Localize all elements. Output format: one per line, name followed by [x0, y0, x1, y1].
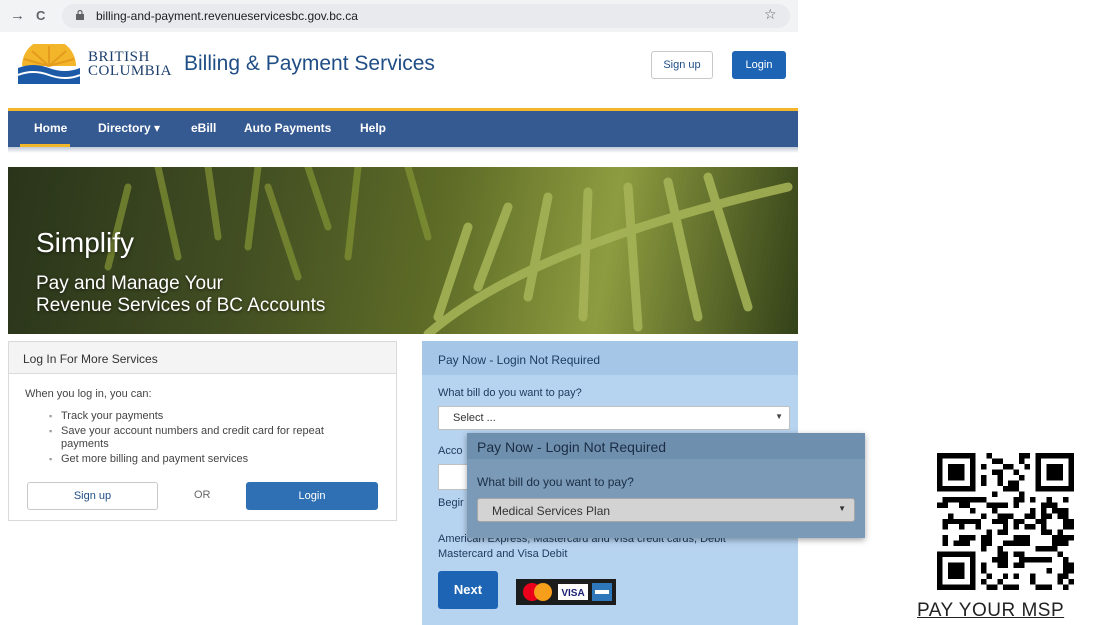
hero-subline-2: Revenue Services of BC Accounts [36, 295, 326, 316]
lock-icon [76, 10, 84, 20]
chevron-down-icon: ▼ [775, 412, 783, 421]
logo-line-columbia: COLUMBIA [88, 63, 173, 79]
hero-banner: Simplify Pay and Manage Your Revenue Ser… [8, 167, 798, 334]
or-separator: OR [194, 489, 211, 501]
reload-icon[interactable]: C [36, 8, 45, 23]
bill-select-zoom-overlay: Pay Now - Login Not Required What bill d… [467, 433, 865, 538]
list-item: Get more billing and payment services [49, 453, 349, 466]
amex-icon [592, 583, 612, 601]
url-text: billing-and-payment.revenueservicesbc.go… [96, 9, 358, 23]
site-header: BRITISH COLUMBIA Billing & Payment Servi… [8, 34, 798, 106]
bill-type-label: What bill do you want to pay? [438, 387, 582, 399]
qr-code-icon[interactable] [937, 453, 1074, 590]
login-button[interactable]: Login [246, 482, 378, 510]
pay-msp-link[interactable]: PAY YOUR MSP [917, 600, 1064, 622]
overlay-bill-type-select[interactable]: Medical Services Plan ▼ [477, 498, 855, 522]
nav-ebill[interactable]: eBill [191, 121, 216, 135]
nav-home[interactable]: Home [34, 121, 67, 135]
signup-button[interactable]: Sign up [27, 482, 158, 510]
bill-type-value: Select ... [453, 412, 496, 424]
browser-toolbar: → C billing-and-payment.revenueservicesb… [0, 0, 798, 32]
login-button-header[interactable]: Login [732, 51, 786, 79]
pay-panel-title: Pay Now - Login Not Required [422, 341, 798, 375]
overlay-bill-type-label: What bill do you want to pay? [477, 475, 634, 489]
payment-cards-logos: VISA [516, 579, 616, 605]
site-title: Billing & Payment Services [184, 52, 435, 75]
mastercard-icon [523, 583, 552, 601]
benefits-list: Track your payments Save your account nu… [49, 410, 349, 468]
hero-heading: Simplify [36, 227, 135, 258]
next-button[interactable]: Next [438, 571, 498, 609]
logo-line-british: BRITISH [88, 49, 150, 65]
list-item: Save your account numbers and credit car… [49, 425, 349, 451]
bill-type-select[interactable]: Select ... ▼ [438, 406, 790, 430]
login-panel-intro: When you log in, you can: [25, 388, 152, 400]
login-panel-title: Log In For More Services [9, 342, 396, 374]
nav-directory[interactable]: Directory ▾ [98, 121, 160, 135]
address-bar[interactable]: billing-and-payment.revenueservicesbc.go… [62, 4, 790, 28]
nav-help[interactable]: Help [360, 121, 386, 135]
overlay-title: Pay Now - Login Not Required [467, 433, 865, 459]
nav-shadow [8, 147, 798, 153]
bookmark-star-icon[interactable]: ☆ [764, 6, 777, 23]
account-hint-text: Begir [438, 497, 464, 509]
bc-wordmark: BRITISH COLUMBIA [88, 49, 173, 79]
account-number-label: Acco [438, 445, 463, 457]
list-item: Track your payments [49, 410, 349, 423]
visa-icon: VISA [558, 584, 588, 600]
bc-sun-logo-icon[interactable] [18, 44, 80, 84]
overlay-bill-type-value: Medical Services Plan [492, 504, 611, 518]
chevron-down-icon: ▼ [838, 504, 846, 513]
visa-label: VISA [561, 588, 584, 599]
back-arrow-icon[interactable]: → [10, 7, 25, 24]
login-panel: Log In For More Services When you log in… [8, 341, 397, 521]
nav-auto-payments[interactable]: Auto Payments [244, 121, 331, 135]
hero-subline-1: Pay and Manage Your [36, 273, 223, 294]
hero-subheading: Pay and Manage Your Revenue Services of … [36, 273, 325, 317]
signup-button-header[interactable]: Sign up [651, 51, 713, 79]
main-nav: Home Directory ▾ eBill Auto Payments Hel… [8, 111, 798, 147]
